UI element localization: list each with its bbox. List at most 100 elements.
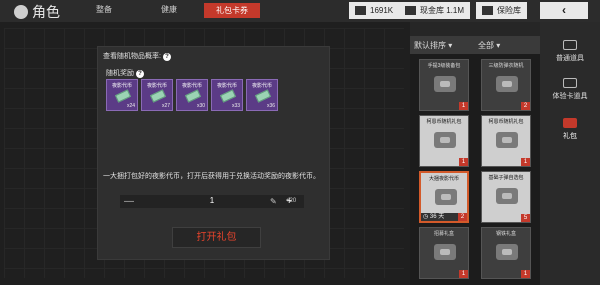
tab-equip[interactable]: 整备 <box>96 4 112 15</box>
package-icon <box>434 76 456 92</box>
reward-item[interactable]: 夜影代币 x27 <box>141 79 173 111</box>
expiry-label: ◷ 36 天 <box>423 213 444 221</box>
page-title-text: 角色 <box>32 4 60 20</box>
inventory-item[interactable]: 基础子弹自选包 5 <box>481 171 531 223</box>
category-label: 礼包 <box>563 133 577 140</box>
tab-health[interactable]: 健康 <box>161 4 177 15</box>
filter-dropdown[interactable]: 全部 ▾ <box>478 40 500 51</box>
item-count: 1 <box>459 158 468 166</box>
banknote-icon <box>434 132 456 148</box>
chevron-down-icon: ▾ <box>496 41 501 50</box>
page-title: 角色 <box>14 2 60 22</box>
inventory-item[interactable]: 手提3级装备包 1 <box>419 59 469 111</box>
edit-icon[interactable]: ✎ <box>270 195 277 208</box>
reward-qty: x30 <box>196 103 205 109</box>
back-button[interactable]: ‹ <box>540 2 588 19</box>
reward-qty: x33 <box>231 103 240 109</box>
gift-box-icon <box>434 244 456 260</box>
reward-qty: x36 <box>266 103 275 109</box>
safe-label: 保险库 <box>497 6 521 15</box>
probability-link[interactable]: 查看随机物品概率:? <box>103 51 171 61</box>
reward-item[interactable]: 夜影代币 x30 <box>176 79 208 111</box>
item-count: 2 <box>521 102 530 110</box>
reward-name: 夜影代币 <box>111 83 132 89</box>
sort-bar: 默认排序 ▾ 全部 ▾ <box>410 36 540 54</box>
reward-item[interactable]: 夜影代币 x36 <box>246 79 278 111</box>
item-count: 1 <box>521 158 530 166</box>
category-sidebar: 普通道具 体验卡道具 礼包 <box>540 22 600 285</box>
inventory-list: 手提3级装备包 1 三级防弹衣随机 2 柯恩币随机礼包 1 柯恩币随机礼包 1 … <box>410 54 540 285</box>
safe-button[interactable]: 保险库 <box>476 2 527 19</box>
item-name: 手提3级装备包 <box>427 63 461 69</box>
random-rewards-label: 随机奖励 <box>106 70 134 77</box>
item-name: 钢铁礼盒 <box>495 231 516 237</box>
sort-dropdown[interactable]: 默认排序 ▾ <box>414 40 452 51</box>
cash-vault-button[interactable]: 现金库 1.1M <box>399 2 471 19</box>
gift-icon <box>563 118 577 128</box>
package-icon <box>496 76 518 92</box>
token-icon <box>254 89 272 103</box>
random-rewards-heading: 随机奖励? <box>106 68 144 78</box>
banknote-icon <box>496 132 518 148</box>
item-count: 1 <box>459 270 468 278</box>
chevron-down-icon: ▾ <box>448 41 453 50</box>
token-icon <box>219 89 237 103</box>
inventory-item[interactable]: 柯恩币随机礼包 1 <box>419 115 469 167</box>
item-name: 大捆夜影代币 <box>428 176 459 182</box>
item-name: 三级防弹衣随机 <box>488 63 524 69</box>
reward-qty: x24 <box>126 103 135 109</box>
filter-label: 全部 <box>478 41 494 50</box>
reward-name: 夜影代币 <box>251 83 272 89</box>
inventory-item[interactable]: 钢铁礼盒 1 <box>481 227 531 279</box>
category-label: 体验卡道具 <box>552 93 588 100</box>
back-arrow-icon: ‹ <box>562 3 566 17</box>
quantity-stepper[interactable]: — 1 ✎ + <box>120 195 304 208</box>
inventory-item-selected[interactable]: 大捆夜影代币 ◷ 36 天 2 <box>419 171 469 223</box>
cash-vault-icon <box>405 6 416 15</box>
item-detail-panel: 查看随机物品概率:? 随机奖励? 夜影代币 x24 夜影代币 x27 夜影代币 … <box>97 46 330 260</box>
inventory-item[interactable]: 三级防弹衣随机 2 <box>481 59 531 111</box>
token-icon <box>114 89 132 103</box>
open-pack-button[interactable]: 打开礼包 <box>172 227 261 248</box>
item-count: 1 <box>521 270 530 278</box>
reward-item[interactable]: 夜影代币 x33 <box>211 79 243 111</box>
currency-display[interactable]: 1691K <box>349 2 400 19</box>
safe-icon <box>482 6 493 15</box>
item-name: 招募礼盒 <box>433 231 454 237</box>
item-description: 一大捆打包好的夜影代币，打开后获得用于兑换活动奖励的夜影代币。 <box>103 173 320 180</box>
item-count: 2 <box>458 213 467 221</box>
token-icon <box>149 89 167 103</box>
category-trial-cards[interactable]: 体验卡道具 <box>540 78 600 101</box>
ammo-box-icon <box>496 188 518 204</box>
reward-name: 夜影代币 <box>216 83 237 89</box>
inventory-item[interactable]: 柯恩币随机礼包 1 <box>481 115 531 167</box>
category-gift-packs[interactable]: 礼包 <box>540 118 600 141</box>
token-icon <box>184 89 202 103</box>
clock-icon: ◷ <box>423 214 429 220</box>
trial-card-icon <box>563 78 577 88</box>
item-name: 柯恩币随机礼包 <box>488 119 524 125</box>
item-name: 柯恩币随机礼包 <box>426 119 462 125</box>
inventory-item[interactable]: 招募礼盒 1 <box>419 227 469 279</box>
plus-twenty-button[interactable]: +20 <box>286 198 296 204</box>
help-icon[interactable]: ? <box>162 53 171 61</box>
expiry-days: 36 天 <box>429 214 445 220</box>
cash-vault-label: 现金库 1.1M <box>420 6 465 15</box>
reward-qty: x27 <box>161 103 170 109</box>
reward-item[interactable]: 夜影代币 x24 <box>106 79 138 111</box>
item-count: 5 <box>521 214 530 222</box>
currency-value: 1691K <box>370 6 394 15</box>
character-icon <box>14 5 28 19</box>
token-bundle-icon <box>435 189 457 205</box>
category-normal-items[interactable]: 普通道具 <box>540 40 600 63</box>
probability-label: 查看随机物品概率: <box>103 53 161 60</box>
gift-box-icon <box>496 244 518 260</box>
card-icon <box>563 40 577 50</box>
tab-gift-cards[interactable]: 礼包卡券 <box>204 3 260 18</box>
item-name: 基础子弹自选包 <box>488 175 524 181</box>
item-count: 1 <box>459 102 468 110</box>
help-icon[interactable]: ? <box>136 70 144 78</box>
category-label: 普通道具 <box>556 55 584 62</box>
reward-name: 夜影代币 <box>146 83 167 89</box>
currency-icon <box>355 6 366 15</box>
